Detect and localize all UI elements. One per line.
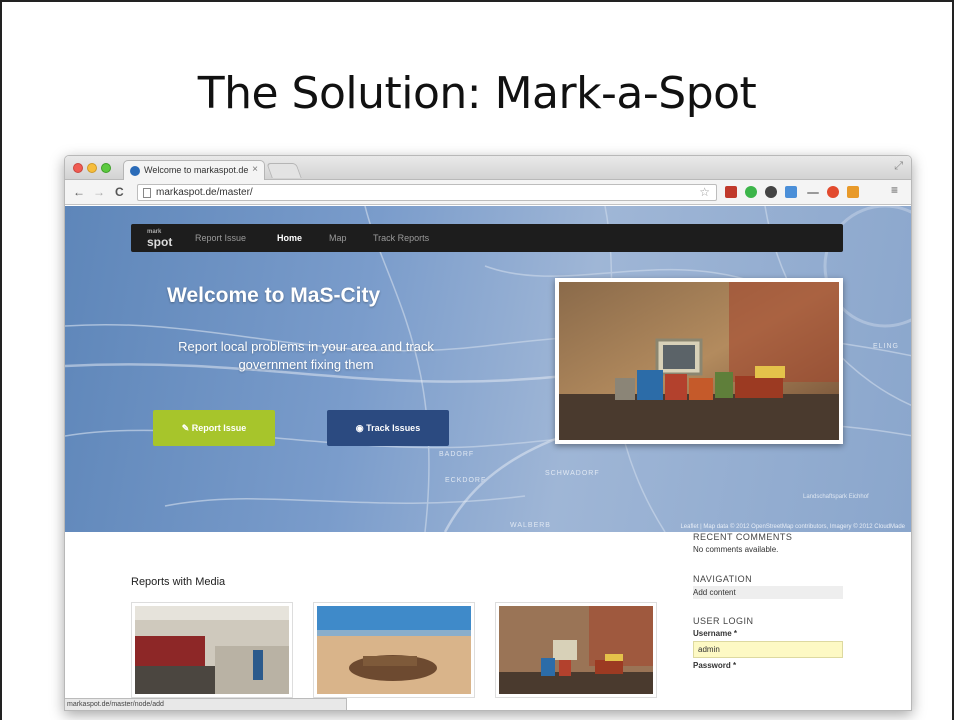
report-issue-button[interactable]: ✎ Report Issue <box>153 410 275 446</box>
reports-with-media-title: Reports with Media <box>131 576 226 588</box>
map-label: WALBERB <box>510 522 551 529</box>
nav-home[interactable]: Home <box>277 233 302 243</box>
map-label: BADORF <box>439 451 475 458</box>
track-issues-button[interactable]: ◉ Track Issues <box>327 410 449 446</box>
favicon-icon <box>130 166 140 176</box>
add-content-link[interactable]: Add content <box>693 586 843 599</box>
status-bar: markaspot.de/master/node/add <box>65 698 347 710</box>
extension-icon[interactable] <box>827 186 839 198</box>
tab-close-icon[interactable]: × <box>252 164 258 175</box>
site-logo[interactable]: mark spot <box>147 227 173 249</box>
gear-icon[interactable] <box>765 186 777 198</box>
password-label: Password * <box>693 661 737 670</box>
junk-pile-thumb-image <box>499 606 653 694</box>
welcome-heading: Welcome to MaS-City <box>167 284 381 307</box>
minimize-window-icon[interactable] <box>87 163 97 173</box>
map-label: SCHWADORF <box>545 470 600 477</box>
nav-report-issue[interactable]: Report Issue <box>195 233 246 243</box>
forward-icon[interactable]: → <box>93 185 105 199</box>
tagline: Report local problems in your area and t… <box>178 339 434 372</box>
recent-comments-block: RECENT COMMENTS No comments available. <box>693 532 792 554</box>
megaphone-icon: ✎ <box>181 423 192 433</box>
beach-car-image <box>317 606 471 694</box>
browser-window: Welcome to markaspot.de × ⤢ ← → C markas… <box>64 155 912 711</box>
username-label: Username * <box>693 629 738 638</box>
junk-pile-image <box>559 282 839 440</box>
user-login-block: USER LOGIN Username * admin Password * <box>693 616 843 670</box>
user-login-title: USER LOGIN <box>693 616 754 626</box>
track-issues-label: Track Issues <box>366 423 421 433</box>
browser-toolbar: ← → C markaspot.de/master/ ☆ ≡ <box>65 180 911 205</box>
report-issue-label: Report Issue <box>191 423 247 433</box>
fullscreen-icon[interactable]: ⤢ <box>894 160 903 173</box>
reload-icon[interactable]: C <box>115 185 124 199</box>
report-thumbnail[interactable] <box>131 602 293 698</box>
menu-icon[interactable]: ≡ <box>891 183 898 197</box>
zoom-window-icon[interactable] <box>101 163 111 173</box>
site-navbar: mark spot Report Issue Home Map Track Re… <box>131 224 843 252</box>
browser-tab[interactable]: Welcome to markaspot.de × <box>123 160 265 180</box>
hero-photo <box>555 278 843 444</box>
back-icon[interactable]: ← <box>73 185 85 199</box>
subway-image <box>135 606 289 694</box>
slide: The Solution: Mark-a-Spot Welcome to mar… <box>0 0 954 720</box>
page-viewport: SCHWADORF BADORF ECKDORF WALBERB ELING L… <box>65 206 911 710</box>
slide-title: The Solution: Mark-a-Spot <box>197 68 757 119</box>
report-thumbnail[interactable] <box>313 602 475 698</box>
map-label: ELING <box>873 343 900 350</box>
extension-icon[interactable] <box>725 186 737 198</box>
hero-map[interactable]: SCHWADORF BADORF ECKDORF WALBERB ELING L… <box>65 206 911 532</box>
logo-main: spot <box>147 235 173 249</box>
eye-icon: ◉ <box>355 423 367 433</box>
bookmark-star-icon[interactable]: ☆ <box>699 185 710 199</box>
page-icon <box>143 188 151 198</box>
browser-titlebar: Welcome to markaspot.de × ⤢ <box>65 156 911 180</box>
map-label: ECKDORF <box>445 477 487 484</box>
nav-track-reports[interactable]: Track Reports <box>373 233 429 243</box>
close-window-icon[interactable] <box>73 163 83 173</box>
navigation-block: NAVIGATION Add content <box>693 574 843 599</box>
extension-icon[interactable] <box>847 186 859 198</box>
extension-icon[interactable] <box>785 186 797 198</box>
content-area: Reports with Media RECENT COMMENTS No co… <box>65 532 911 710</box>
recent-comments-title: RECENT COMMENTS <box>693 532 793 542</box>
report-thumbnail[interactable] <box>495 602 657 698</box>
nav-map[interactable]: Map <box>329 233 347 243</box>
recent-comments-text: No comments available. <box>693 545 779 554</box>
tab-title: Welcome to markaspot.de <box>144 165 249 175</box>
new-tab-button[interactable] <box>266 163 302 178</box>
address-url: markaspot.de/master/ <box>156 187 253 198</box>
extension-icon[interactable] <box>807 192 819 194</box>
extension-icon[interactable] <box>745 186 757 198</box>
map-label: Landschaftspark Eichhof <box>803 494 869 500</box>
username-field[interactable]: admin <box>693 641 843 658</box>
address-bar[interactable]: markaspot.de/master/ ☆ <box>137 184 717 201</box>
map-attribution: Leaflet | Map data © 2012 OpenStreetMap … <box>680 524 905 530</box>
navigation-title: NAVIGATION <box>693 574 753 584</box>
